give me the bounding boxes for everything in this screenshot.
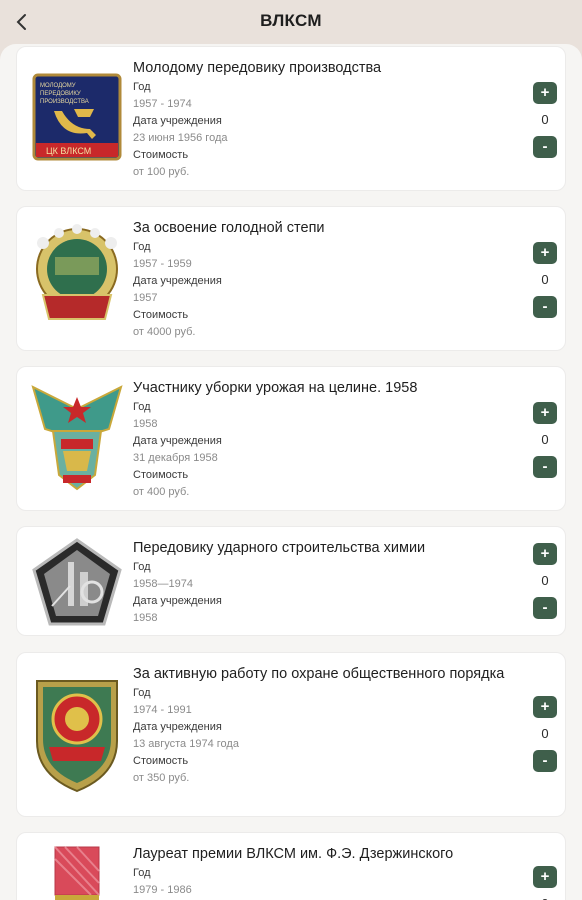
quantity-value: 0 — [541, 573, 549, 588]
increment-button[interactable]: + — [533, 866, 557, 888]
item-title: Передовику ударного строительства химии — [133, 540, 426, 556]
increment-button[interactable]: + — [533, 543, 557, 565]
price-label: Стоимость — [133, 309, 189, 321]
list-item[interactable]: Лауреат премии ВЛКСМ им. Ф.Э. Дзержинско… — [16, 832, 566, 900]
item-title: За активную работу по охране общественно… — [133, 666, 505, 682]
founded-value: 13 августа 1974 года — [133, 738, 239, 750]
increment-button[interactable]: + — [533, 402, 557, 424]
founded-label: Дата учреждения — [133, 435, 222, 447]
page-title: ВЛКСМ — [260, 11, 322, 30]
item-list: МОЛОДОМУ ПЕРЕДОВИКУ ПРОИЗВОДСТВА ЦК ВЛКС… — [0, 44, 582, 900]
list-item[interactable]: За активную работу по охране общественно… — [16, 652, 566, 817]
year-label: Год — [133, 867, 151, 879]
year-value: 1974 - 1991 — [133, 704, 192, 716]
badge-image — [29, 843, 125, 900]
list-item[interactable]: Участнику уборки урожая на целине. 1958 … — [16, 366, 566, 511]
price-value: от 100 руб. — [133, 166, 190, 178]
price-value: от 4000 руб. — [133, 326, 196, 338]
founded-value: 23 июня 1956 года — [133, 132, 228, 144]
item-title: Молодому передовику производства — [133, 60, 382, 76]
list-item[interactable]: Передовику ударного строительства химии … — [16, 526, 566, 636]
quantity-value: 0 — [541, 432, 549, 447]
founded-value: 1957 — [133, 292, 158, 304]
badge-image — [29, 673, 125, 797]
item-title: Участнику уборки урожая на целине. 1958 — [133, 380, 418, 396]
decrement-button[interactable]: - — [533, 750, 557, 772]
year-label: Год — [133, 687, 151, 699]
year-value: 1979 - 1986 — [133, 884, 192, 896]
badge-text: ЦК ВЛКСМ — [46, 146, 91, 156]
badge-text: МОЛОДОМУ — [40, 83, 76, 89]
list-item[interactable]: МОЛОДОМУ ПЕРЕДОВИКУ ПРОИЗВОДСТВА ЦК ВЛКС… — [16, 46, 566, 191]
increment-button[interactable]: + — [533, 242, 557, 264]
quantity-value: 0 — [541, 112, 549, 127]
decrement-button[interactable]: - — [533, 136, 557, 158]
year-value: 1957 - 1959 — [133, 258, 192, 270]
founded-value: 1958 — [133, 612, 158, 624]
year-value: 1958—1974 — [133, 578, 193, 590]
founded-label: Дата учреждения — [133, 115, 222, 127]
badge-text: ПРОИЗВОДСТВА — [40, 99, 89, 105]
badge-image — [29, 535, 125, 629]
price-value: от 400 руб. — [133, 486, 190, 498]
badge-text: ПЕРЕДОВИКУ — [40, 91, 81, 97]
badge-image: МОЛОДОМУ ПЕРЕДОВИКУ ПРОИЗВОДСТВА ЦК ВЛКС… — [29, 65, 125, 169]
year-value: 1957 - 1974 — [133, 98, 192, 110]
decrement-button[interactable]: - — [533, 456, 557, 478]
item-title: Лауреат премии ВЛКСМ им. Ф.Э. Дзержинско… — [133, 846, 454, 862]
quantity-value: 0 — [541, 272, 549, 287]
price-value: от 350 руб. — [133, 772, 190, 784]
badge-image — [29, 377, 125, 497]
price-label: Стоимость — [133, 469, 189, 481]
year-label: Год — [133, 401, 151, 413]
founded-value: 31 декабря 1958 — [133, 452, 218, 464]
founded-label: Дата учреждения — [133, 595, 222, 607]
year-value: 1958 — [133, 418, 158, 430]
badge-image — [29, 221, 125, 333]
increment-button[interactable]: + — [533, 696, 557, 718]
year-label: Год — [133, 561, 151, 573]
founded-label: Дата учреждения — [133, 275, 222, 287]
top-bar: ВЛКСМ — [0, 0, 582, 44]
year-label: Год — [133, 241, 151, 253]
year-label: Год — [133, 81, 151, 93]
item-title: За освоение голодной степи — [133, 220, 325, 236]
price-label: Стоимость — [133, 755, 189, 767]
list-item[interactable]: За освоение голодной степи Год 1957 - 19… — [16, 206, 566, 351]
decrement-button[interactable]: - — [533, 296, 557, 318]
increment-button[interactable]: + — [533, 82, 557, 104]
decrement-button[interactable]: - — [533, 597, 557, 619]
price-label: Стоимость — [133, 149, 189, 161]
founded-label: Дата учреждения — [133, 721, 222, 733]
quantity-value: 0 — [541, 888, 548, 900]
quantity-value: 0 — [541, 726, 549, 741]
